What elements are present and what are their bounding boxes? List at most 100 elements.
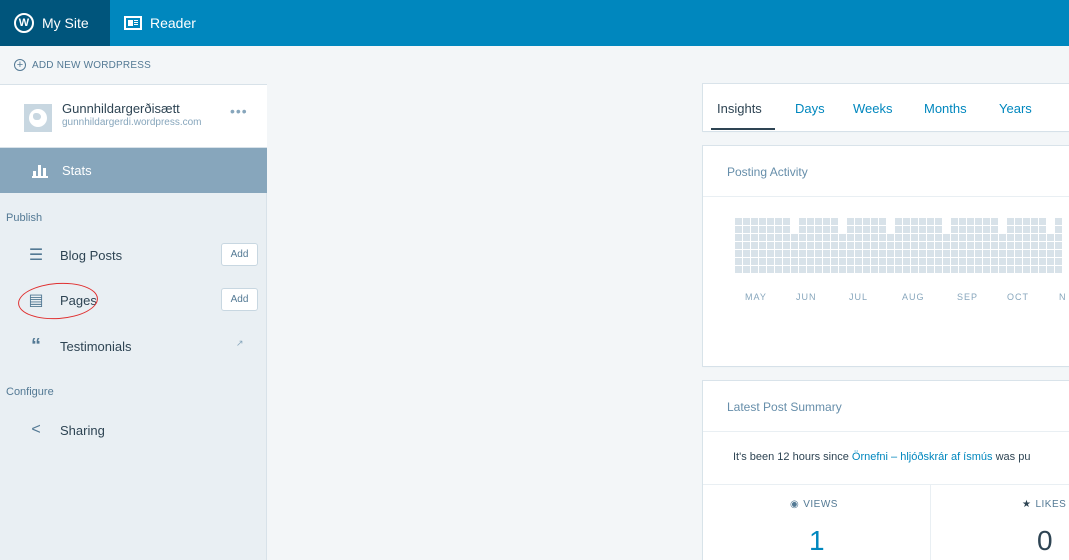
- activity-day-cell: [783, 242, 790, 249]
- activity-day-cell: [1023, 218, 1030, 225]
- views-label-text: VIEWS: [803, 499, 838, 510]
- activity-day-cell: [1039, 218, 1046, 225]
- activity-day-cell: [863, 234, 870, 241]
- sidebar-item-testimonials[interactable]: “ Testimonials: [0, 331, 267, 361]
- activity-day-cell: [831, 250, 838, 257]
- activity-day-cell: [983, 226, 990, 233]
- activity-day-cell: [967, 266, 974, 273]
- activity-day-cell: [823, 258, 830, 265]
- sidebar-item-sharing[interactable]: < Sharing: [0, 415, 267, 445]
- tab-insights[interactable]: Insights: [717, 101, 762, 116]
- activity-day-cell: [815, 242, 822, 249]
- sidebar-item-label: Stats: [62, 163, 92, 178]
- activity-day-cell: [815, 258, 822, 265]
- activity-day-cell: [775, 258, 782, 265]
- activity-day-cell: [983, 266, 990, 273]
- sidebar-item-stats[interactable]: Stats: [0, 148, 267, 193]
- activity-day-cell: [831, 266, 838, 273]
- activity-day-cell: [743, 266, 750, 273]
- site-more-button[interactable]: •••: [230, 103, 248, 119]
- activity-day-cell: [959, 234, 966, 241]
- my-site-label: My Site: [42, 15, 89, 31]
- views-label: ◉ VIEWS: [790, 499, 838, 510]
- activity-day-cell: [855, 226, 862, 233]
- activity-day-cell: [903, 258, 910, 265]
- activity-day-cell: [871, 218, 878, 225]
- activity-day-cell: [735, 266, 742, 273]
- views-stat[interactable]: ◉ VIEWS 1: [703, 484, 931, 560]
- activity-day-cell: [815, 266, 822, 273]
- latest-post-link[interactable]: Örnefni – hljóðskrár af ísmús: [852, 451, 993, 463]
- activity-day-cell: [1055, 242, 1062, 249]
- activity-day-cell: [759, 218, 766, 225]
- activity-day-cell: [791, 242, 798, 249]
- activity-day-cell: [1039, 226, 1046, 233]
- activity-day-cell: [767, 250, 774, 257]
- activity-day-cell: [911, 226, 918, 233]
- add-blog-post-button[interactable]: Add: [221, 243, 258, 266]
- activity-day-cell: [951, 258, 958, 265]
- activity-day-cell: [943, 234, 950, 241]
- activity-day-cell: [911, 242, 918, 249]
- activity-day-cell: [1055, 250, 1062, 257]
- activity-day-cell: [975, 258, 982, 265]
- activity-day-cell: [879, 218, 886, 225]
- tab-years[interactable]: Years: [999, 101, 1032, 116]
- active-tab-indicator: [711, 128, 775, 130]
- current-site-card[interactable]: Gunnhildargerðisætt gunnhildargerdi.word…: [0, 85, 267, 148]
- likes-stat[interactable]: ★ LIKES 0: [931, 484, 1069, 560]
- quote-icon: “: [31, 334, 41, 357]
- likes-label: ★ LIKES: [1022, 499, 1066, 510]
- activity-day-cell: [847, 226, 854, 233]
- latest-post-sentence: It's been 12 hours since Örnefni – hljóð…: [733, 451, 1030, 463]
- activity-day-cell: [1055, 234, 1062, 241]
- latest-post-summary-panel: Latest Post Summary It's been 12 hours s…: [703, 381, 1069, 560]
- activity-day-cell: [751, 242, 758, 249]
- activity-day-cell: [975, 242, 982, 249]
- activity-day-cell: [751, 234, 758, 241]
- activity-day-cell: [1015, 266, 1022, 273]
- activity-day-cell: [951, 218, 958, 225]
- reader-button[interactable]: Reader: [110, 0, 210, 46]
- panel-title: Posting Activity: [727, 165, 808, 179]
- activity-day-cell: [783, 258, 790, 265]
- tab-days[interactable]: Days: [795, 101, 825, 116]
- activity-day-cell: [1039, 258, 1046, 265]
- activity-day-cell: [839, 250, 846, 257]
- activity-day-cell: [1007, 258, 1014, 265]
- my-site-button[interactable]: W My Site: [0, 0, 110, 46]
- tab-weeks[interactable]: Weeks: [853, 101, 893, 116]
- activity-day-cell: [879, 234, 886, 241]
- activity-day-cell: [911, 234, 918, 241]
- activity-day-cell: [991, 266, 998, 273]
- activity-day-cell: [751, 226, 758, 233]
- activity-day-cell: [775, 234, 782, 241]
- activity-day-cell: [863, 258, 870, 265]
- activity-day-cell: [887, 234, 894, 241]
- activity-day-cell: [999, 234, 1006, 241]
- activity-day-cell: [815, 218, 822, 225]
- activity-day-cell: [847, 266, 854, 273]
- activity-day-cell: [743, 258, 750, 265]
- tab-months[interactable]: Months: [924, 101, 967, 116]
- activity-day-cell: [943, 250, 950, 257]
- activity-day-cell: [943, 266, 950, 273]
- activity-day-cell: [879, 266, 886, 273]
- site-title: Gunnhildargerðisætt: [62, 101, 180, 116]
- activity-day-cell: [751, 266, 758, 273]
- activity-day-cell: [759, 234, 766, 241]
- activity-day-cell: [831, 218, 838, 225]
- activity-day-cell: [775, 242, 782, 249]
- activity-day-cell: [927, 226, 934, 233]
- activity-day-cell: [1023, 266, 1030, 273]
- add-page-button[interactable]: Add: [221, 288, 258, 311]
- activity-day-cell: [815, 250, 822, 257]
- activity-day-cell: [959, 242, 966, 249]
- activity-day-cell: [1055, 258, 1062, 265]
- activity-day-cell: [911, 266, 918, 273]
- activity-day-cell: [1039, 234, 1046, 241]
- activity-day-cell: [799, 226, 806, 233]
- activity-day-cell: [1015, 234, 1022, 241]
- activity-day-cell: [935, 266, 942, 273]
- add-new-wordpress-link[interactable]: + ADD NEW WORDPRESS: [0, 46, 267, 85]
